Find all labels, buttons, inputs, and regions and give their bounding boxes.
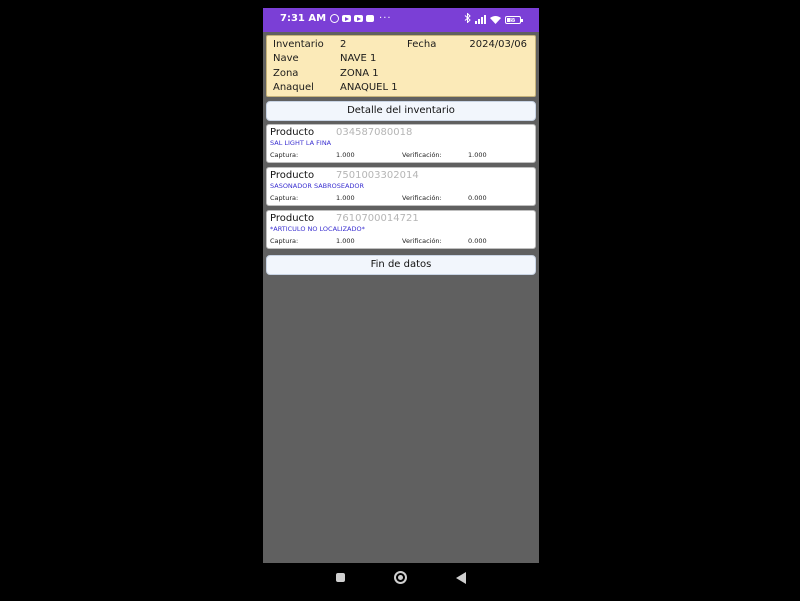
settings-icon [330,14,340,23]
verificacion-label: Verificación: [402,237,442,245]
list-item[interactable]: Producto 7610700014721 *ARTICULO NO LOCA… [266,210,536,249]
captura-label: Captura: [270,194,299,202]
captura-label: Captura: [270,151,299,159]
producto-label: Producto [270,213,315,224]
verificacion-value: 0.000 [468,237,487,245]
signal-icon [475,15,486,24]
inventory-header: Inventario 2 Fecha 2024/03/06 Nave NAVE … [266,35,536,97]
battery-level: 86 [509,17,517,24]
product-code: 7501003302014 [336,170,419,181]
battery-icon: 86 [505,15,523,24]
verificacion-label: Verificación: [402,151,442,159]
back-icon[interactable] [456,572,466,584]
zona-value: ZONA 1 [340,68,379,79]
captura-value: 1.000 [336,237,355,245]
message-icon [366,15,375,22]
list-item[interactable]: Producto 7501003302014 SASONADOR SABROSE… [266,167,536,206]
verificacion-value: 0.000 [468,194,487,202]
wifi-icon [490,15,501,24]
captura-value: 1.000 [336,194,355,202]
youtube-icon [354,15,364,22]
nave-value: NAVE 1 [340,53,377,64]
product-code: 034587080018 [336,127,413,138]
status-time: 7:31 AM [280,13,327,24]
home-icon[interactable] [394,571,407,584]
phone-screen: 7:31 AM ··· 86 Inventario 2 Fecha 2024/0… [263,8,539,563]
fecha-value: 2024/03/06 [469,39,527,50]
status-bar: 7:31 AM ··· 86 [263,8,539,32]
list-item[interactable]: Producto 034587080018 SAL LIGHT LA FINA … [266,124,536,163]
fin-de-datos-button[interactable]: Fin de datos [266,255,536,275]
product-description: SAL LIGHT LA FINA [270,139,332,147]
verificacion-label: Verificación: [402,194,442,202]
nave-label: Nave [273,53,299,64]
verificacion-value: 1.000 [468,151,487,159]
captura-value: 1.000 [336,151,355,159]
producto-label: Producto [270,127,315,138]
more-notifications: ··· [379,13,392,24]
recents-icon[interactable] [336,573,345,582]
zona-label: Zona [273,68,299,79]
captura-label: Captura: [270,237,299,245]
detalle-inventario-button[interactable]: Detalle del inventario [266,101,536,121]
product-code: 7610700014721 [336,213,419,224]
youtube-icon [342,15,352,22]
inventario-value: 2 [340,39,347,50]
product-description: *ARTICULO NO LOCALIZADO* [270,225,365,233]
navigation-bar [263,563,539,593]
anaquel-label: Anaquel [273,82,314,93]
producto-label: Producto [270,170,315,181]
bluetooth-icon [464,12,471,26]
anaquel-value: ANAQUEL 1 [340,82,398,93]
fecha-label: Fecha [407,39,437,50]
inventario-label: Inventario [273,39,324,50]
product-description: SASONADOR SABROSEADOR [270,182,365,190]
